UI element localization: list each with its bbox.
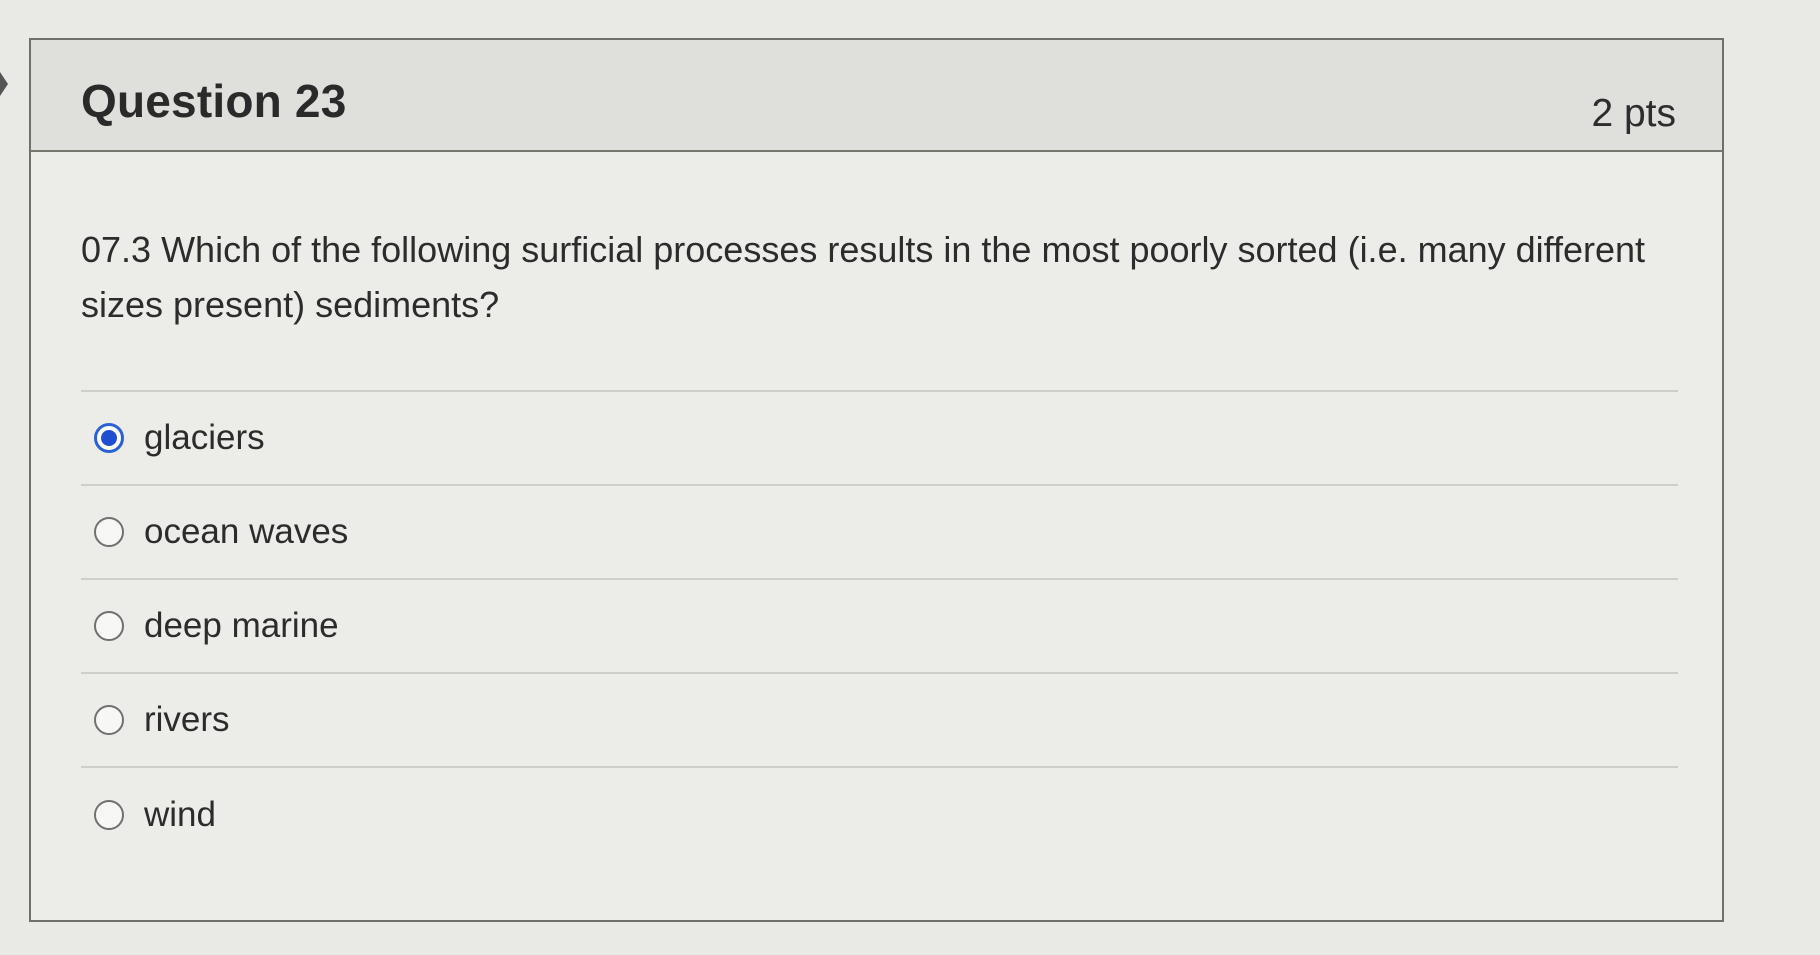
radio-unselected-icon[interactable] bbox=[94, 705, 124, 735]
chevron-right-icon bbox=[0, 72, 8, 96]
question-body: 07.3 Which of the following surficial pr… bbox=[31, 152, 1722, 862]
answer-label: ocean waves bbox=[144, 512, 349, 551]
answer-label: glaciers bbox=[144, 418, 265, 457]
answer-label: wind bbox=[144, 795, 216, 834]
radio-unselected-icon[interactable] bbox=[94, 517, 124, 547]
answer-list: glaciers ocean waves deep marine rivers … bbox=[81, 390, 1678, 862]
answer-option-wind[interactable]: wind bbox=[81, 768, 1678, 862]
answer-option-glaciers[interactable]: glaciers bbox=[81, 392, 1678, 486]
radio-selected-icon[interactable] bbox=[94, 423, 124, 453]
question-card: Question 23 2 pts 07.3 Which of the foll… bbox=[29, 38, 1724, 922]
answer-option-deep-marine[interactable]: deep marine bbox=[81, 580, 1678, 674]
question-points: 2 pts bbox=[1591, 92, 1676, 135]
question-title: Question 23 bbox=[81, 75, 347, 127]
answer-option-rivers[interactable]: rivers bbox=[81, 674, 1678, 768]
radio-unselected-icon[interactable] bbox=[94, 800, 124, 830]
question-text: 07.3 Which of the following surficial pr… bbox=[81, 229, 1646, 325]
answer-option-ocean-waves[interactable]: ocean waves bbox=[81, 486, 1678, 580]
answer-label: deep marine bbox=[144, 606, 339, 645]
answer-label: rivers bbox=[144, 700, 230, 739]
radio-unselected-icon[interactable] bbox=[94, 611, 124, 641]
question-header: Question 23 2 pts bbox=[31, 40, 1722, 152]
